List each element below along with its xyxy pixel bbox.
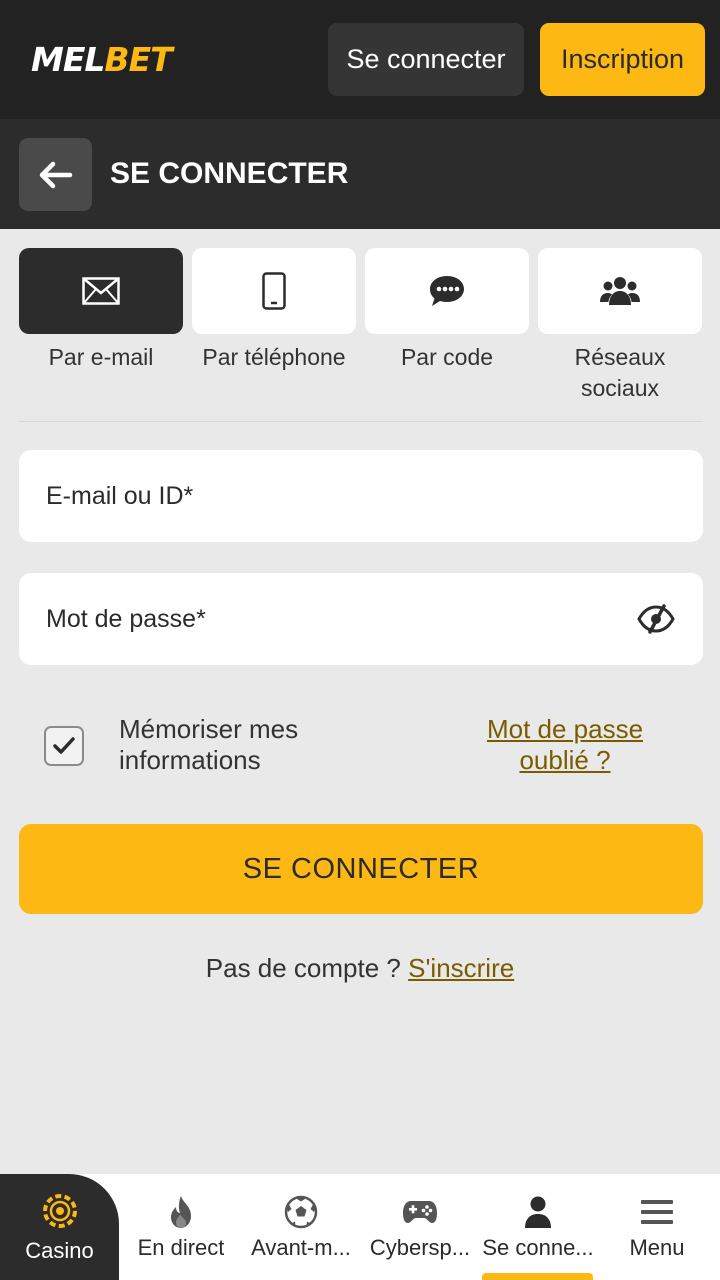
page-title: SE CONNECTER bbox=[110, 157, 349, 190]
back-button[interactable] bbox=[19, 138, 92, 211]
email-field[interactable] bbox=[46, 450, 606, 542]
submit-login-button[interactable]: SE CONNECTER bbox=[19, 824, 703, 914]
nav-prematch-label: Avant-m... bbox=[251, 1235, 351, 1260]
nav-login-label: Se conne... bbox=[482, 1235, 594, 1260]
remember-label[interactable]: Mémoriser mes informations bbox=[119, 714, 359, 776]
top-bar: MELBET Se connecter Inscription bbox=[0, 0, 720, 119]
toggle-password-visibility[interactable] bbox=[637, 601, 675, 637]
nav-casino[interactable]: Casino bbox=[0, 1174, 119, 1280]
tab-email[interactable] bbox=[19, 248, 183, 334]
login-button[interactable]: Se connecter bbox=[328, 23, 524, 96]
tab-social-label: Réseaux sociaux bbox=[574, 344, 666, 401]
hamburger-menu-icon bbox=[641, 1200, 673, 1224]
chat-bubble-icon bbox=[430, 276, 464, 306]
nav-live[interactable]: En direct bbox=[122, 1174, 240, 1280]
nav-menu[interactable]: Menu bbox=[598, 1174, 716, 1280]
users-icon bbox=[600, 277, 640, 305]
signup-prompt-text: Pas de compte ? bbox=[205, 953, 409, 983]
nav-cybersport[interactable]: Cybersp... bbox=[361, 1174, 479, 1280]
eye-slash-icon bbox=[637, 604, 675, 634]
casino-chip-icon bbox=[42, 1194, 77, 1228]
nav-cybersport-label: Cybersp... bbox=[369, 1235, 471, 1260]
tab-phone-label: Par téléphone bbox=[202, 344, 346, 370]
forgot-password-link[interactable]: Mot de passe oublié ? bbox=[470, 714, 660, 776]
tab-code[interactable] bbox=[365, 248, 529, 334]
smartphone-icon bbox=[262, 272, 286, 310]
tab-phone[interactable] bbox=[192, 248, 356, 334]
envelope-icon bbox=[82, 277, 120, 305]
remember-checkbox[interactable] bbox=[44, 726, 84, 766]
register-button[interactable]: Inscription bbox=[540, 23, 705, 96]
gamepad-icon bbox=[403, 1201, 437, 1223]
nav-live-label: En direct bbox=[137, 1235, 225, 1260]
nav-menu-label: Menu bbox=[629, 1235, 685, 1260]
user-icon bbox=[525, 1196, 551, 1228]
signup-link[interactable]: S'inscrire bbox=[408, 953, 514, 983]
page-header: SE CONNECTER bbox=[0, 119, 720, 229]
tab-email-label: Par e-mail bbox=[48, 344, 154, 370]
tab-social[interactable] bbox=[538, 248, 702, 334]
nav-login[interactable]: Se conne... bbox=[479, 1174, 597, 1280]
password-field-container bbox=[19, 573, 703, 665]
signup-prompt: Pas de compte ? S'inscrire bbox=[0, 952, 720, 984]
tab-code-label: Par code bbox=[400, 344, 494, 370]
soccer-ball-icon bbox=[284, 1195, 318, 1229]
divider bbox=[19, 421, 703, 422]
checkmark-icon bbox=[53, 737, 75, 754]
flame-icon bbox=[171, 1196, 191, 1228]
arrow-left-icon bbox=[39, 161, 72, 188]
melbet-logo[interactable]: MELBET bbox=[31, 40, 173, 80]
password-field[interactable] bbox=[46, 573, 606, 665]
nav-casino-label: Casino bbox=[25, 1238, 94, 1263]
email-field-container bbox=[19, 450, 703, 542]
bottom-nav: Casino En direct Avant-m... Cybersp... S… bbox=[0, 1174, 720, 1280]
nav-active-indicator bbox=[482, 1273, 593, 1280]
nav-prematch[interactable]: Avant-m... bbox=[242, 1174, 360, 1280]
